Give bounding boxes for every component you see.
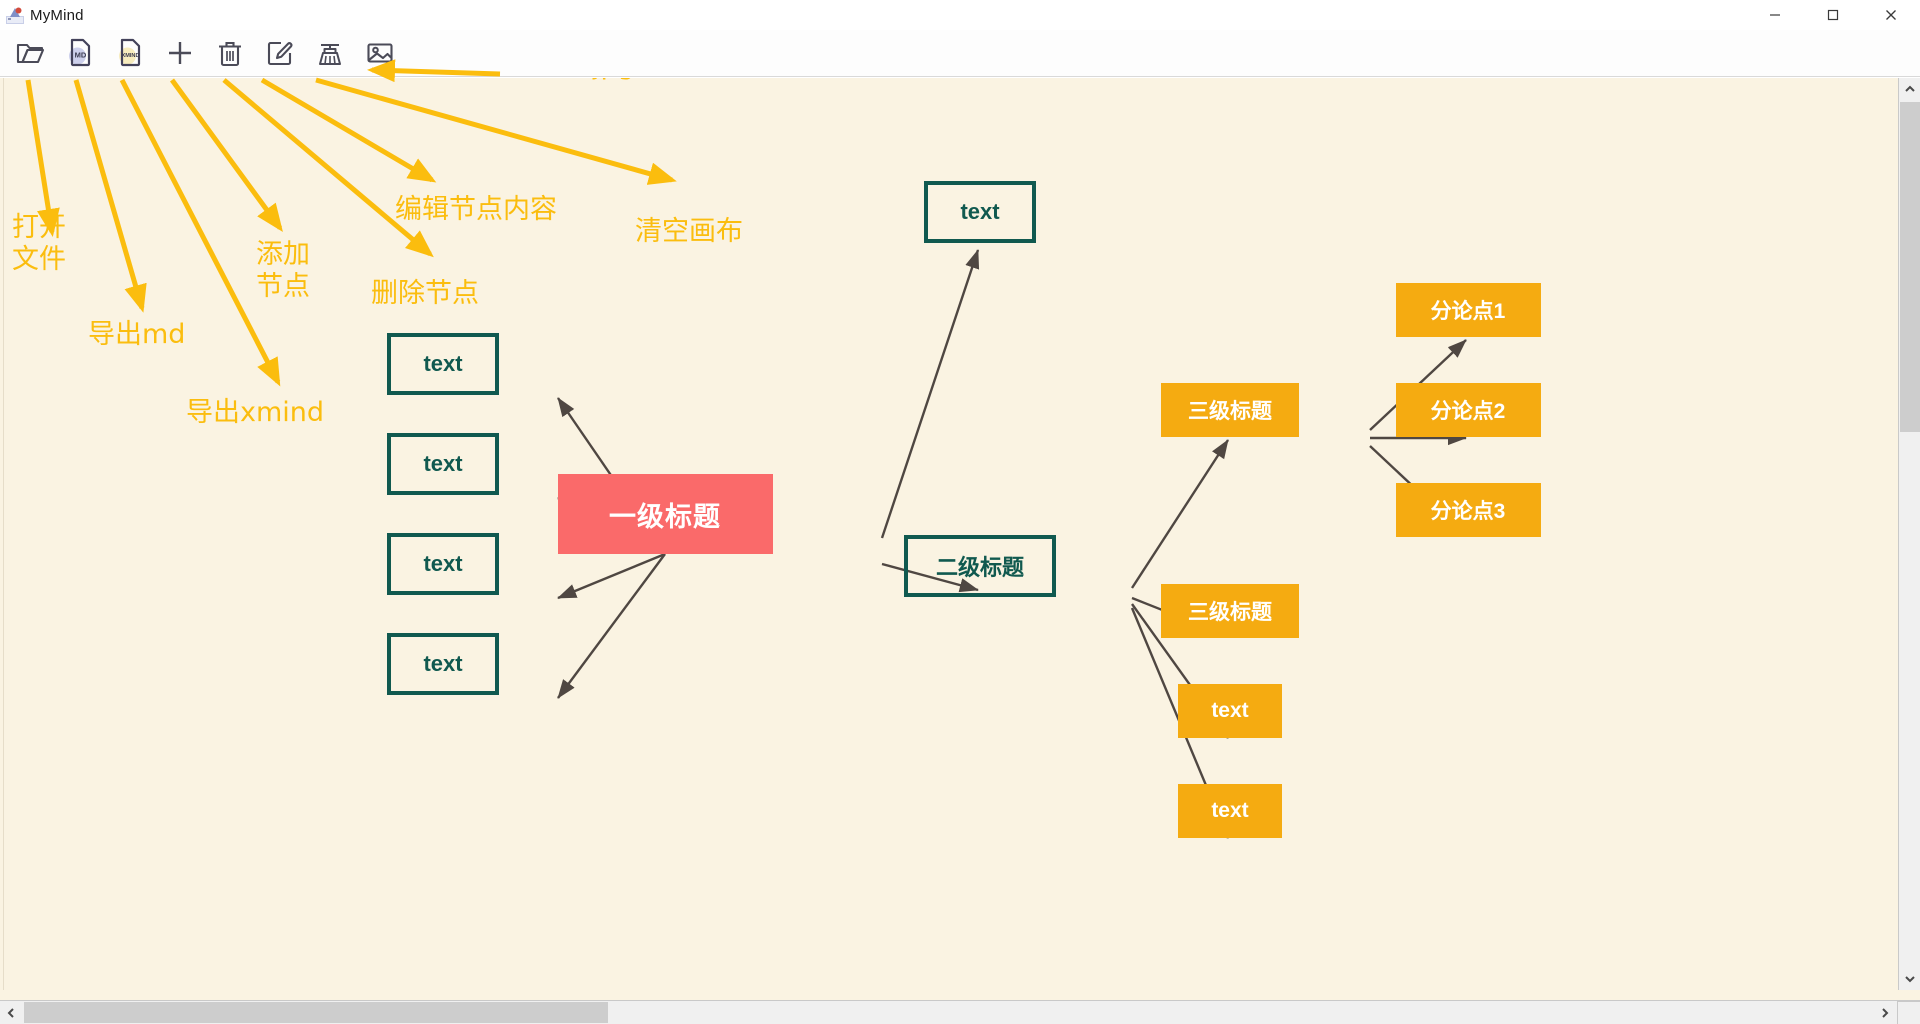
toolbar: MD XMIND	[0, 30, 1920, 77]
canvas-area[interactable]: 一级标题 text text text text text 二级标题 三级标题 三级标题 text…	[0, 78, 1920, 1024]
node-point-3[interactable]: 分论点3	[1395, 483, 1541, 537]
node-text-l2[interactable]: text	[387, 433, 499, 495]
node-text-l2-label: text	[423, 451, 463, 476]
node-point-3-label: 分论点3	[1430, 500, 1506, 523]
node-level3-b[interactable]: 三级标题	[1161, 584, 1299, 638]
node-text-l1[interactable]: text	[387, 333, 499, 395]
canvas-left-edge	[0, 78, 4, 990]
node-point-1[interactable]: 分论点1	[1395, 283, 1541, 337]
horizontal-scrollbar[interactable]	[0, 1000, 1920, 1024]
clear-canvas-button[interactable]	[312, 35, 348, 71]
vertical-scrollbar[interactable]	[1898, 78, 1920, 990]
node-text-r2[interactable]: text	[1178, 784, 1282, 838]
scroll-down-arrow-icon[interactable]	[1899, 968, 1920, 990]
export-jpg-button[interactable]	[362, 35, 398, 71]
node-level3-a-label: 三级标题	[1188, 400, 1272, 423]
annotation-export-jpg: 导出为jpg格式	[512, 78, 689, 82]
export-xmind-button[interactable]: XMIND	[112, 35, 148, 71]
export-md-button[interactable]: MD	[62, 35, 98, 71]
horizontal-scroll-thumb[interactable]	[24, 1002, 608, 1023]
close-button[interactable]	[1862, 0, 1920, 30]
mindmap-edge	[1130, 439, 1230, 589]
scroll-left-arrow-icon[interactable]	[0, 1001, 22, 1024]
mindmap-edge	[557, 553, 666, 699]
title-bar: MyMind	[0, 0, 1920, 30]
xmind-file-label: XMIND	[121, 53, 139, 59]
annotation-export-md: 导出md	[88, 319, 186, 350]
node-level2[interactable]: 二级标题	[904, 535, 1056, 597]
annotation-open-file: 打开 文件	[12, 212, 66, 275]
node-text-r1[interactable]: text	[1178, 684, 1282, 738]
maximize-button[interactable]	[1804, 0, 1862, 30]
node-text-r2-label: text	[1211, 799, 1249, 822]
node-level2-label: 二级标题	[935, 555, 1024, 580]
node-text-l4-label: text	[423, 651, 463, 676]
delete-node-button[interactable]	[212, 35, 248, 71]
node-text-r1-label: text	[1211, 699, 1249, 722]
md-file-label: MD	[75, 51, 87, 60]
scroll-up-arrow-icon[interactable]	[1899, 78, 1920, 100]
node-text-l3-label: text	[423, 551, 463, 576]
node-text-l3[interactable]: text	[387, 533, 499, 595]
mindmap-edge	[880, 249, 980, 539]
node-root-label: 一级标题	[609, 501, 721, 532]
annotation-edit-node: 编辑节点内容	[395, 194, 557, 225]
node-text-top[interactable]: text	[924, 181, 1036, 243]
mindmap-edge	[557, 552, 666, 600]
app-icon	[6, 6, 24, 24]
mindmap-canvas[interactable]: 一级标题 text text text text text 二级标题 三级标题 三级标题 text…	[0, 78, 1886, 990]
add-node-button[interactable]	[162, 35, 198, 71]
open-file-button[interactable]	[12, 35, 48, 71]
edit-node-button[interactable]	[262, 35, 298, 71]
node-point-2-label: 分论点2	[1430, 400, 1506, 423]
minimize-button[interactable]	[1746, 0, 1804, 30]
window-title: MyMind	[30, 6, 84, 24]
app-window: MyMind MD XMIND 一级标题 text text text text…	[0, 0, 1920, 1024]
annotation-add-node: 添加 节点	[256, 239, 310, 302]
node-text-top-label: text	[960, 199, 1000, 224]
node-root[interactable]: 一级标题	[557, 474, 773, 554]
window-controls	[1746, 0, 1920, 30]
node-point-2[interactable]: 分论点2	[1395, 383, 1541, 437]
scroll-corner	[1897, 1001, 1920, 1024]
node-point-1-label: 分论点1	[1430, 300, 1506, 323]
node-text-l4[interactable]: text	[387, 633, 499, 695]
annotation-delete-node: 删除节点	[371, 278, 479, 309]
node-level3-b-label: 三级标题	[1188, 601, 1272, 624]
annotation-clear-canvas: 清空画布	[635, 216, 743, 247]
vertical-scroll-thumb[interactable]	[1900, 102, 1920, 432]
node-level3-a[interactable]: 三级标题	[1161, 383, 1299, 437]
scroll-right-arrow-icon[interactable]	[1874, 1001, 1896, 1024]
node-text-l1-label: text	[423, 351, 463, 376]
annotation-export-xmind: 导出xmind	[186, 397, 325, 428]
